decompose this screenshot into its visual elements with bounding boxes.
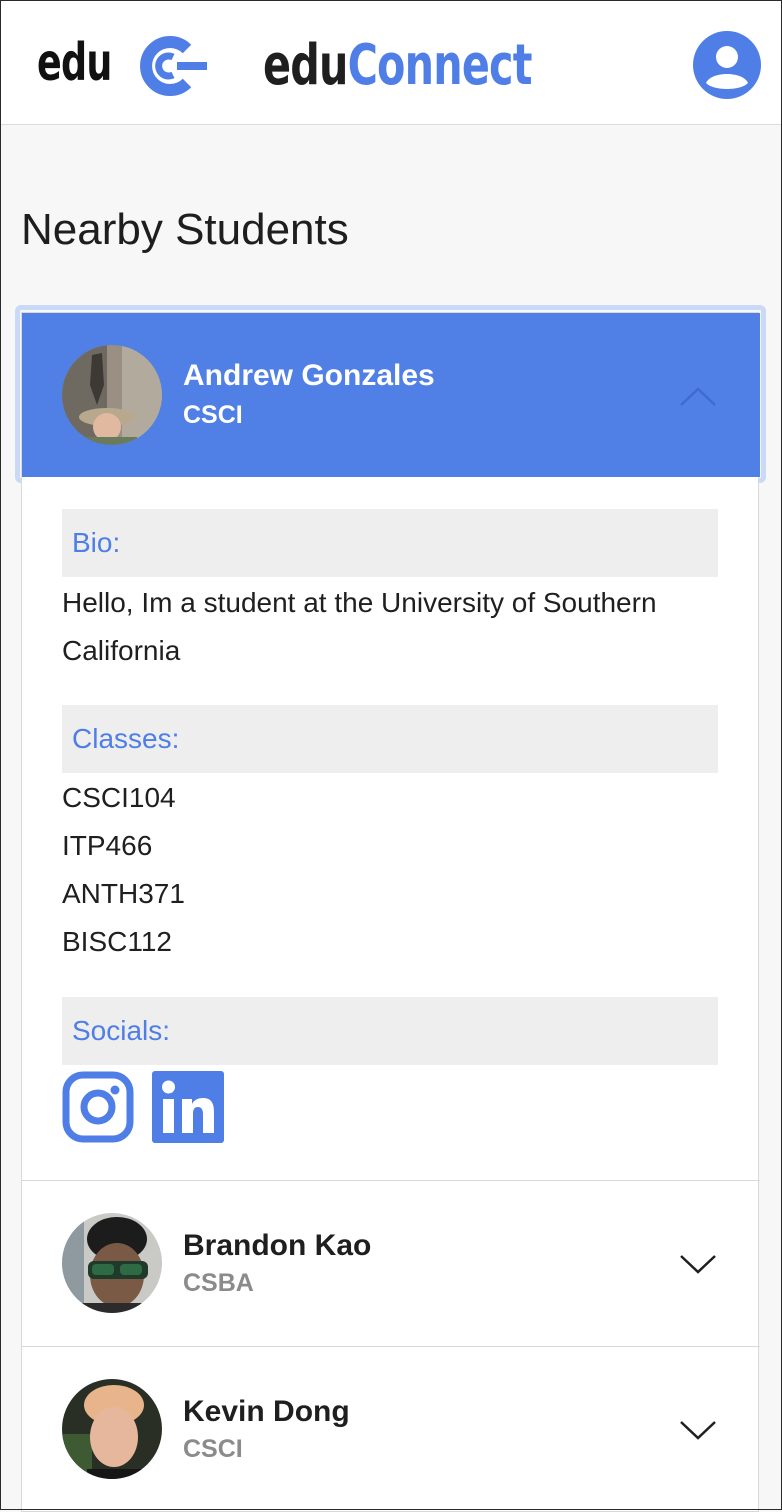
student-name: Andrew Gonzales xyxy=(183,359,435,392)
linkedin-icon[interactable] xyxy=(152,1071,224,1143)
page-title: Nearby Students xyxy=(21,205,349,254)
classes-label: Classes: xyxy=(62,705,718,773)
chevron-up-icon[interactable] xyxy=(678,385,718,409)
avatar-photo-kevin xyxy=(62,1379,162,1479)
avatar xyxy=(62,1213,162,1313)
brand-title: eduConnect xyxy=(263,33,532,98)
avatar-photo-brandon xyxy=(62,1213,162,1313)
brand-title-part1: edu xyxy=(263,33,348,98)
avatar-photo-andrew xyxy=(62,345,162,445)
student-row-brandon-kao[interactable]: Brandon Kao CSBA xyxy=(22,1180,760,1346)
class-item: ANTH371 xyxy=(62,878,185,909)
student-row-kevin-dong[interactable]: Kevin Dong CSCI xyxy=(22,1346,760,1512)
classes-list: CSCI104 ITP466 ANTH371 BISC112 xyxy=(62,774,682,966)
bio-text: Hello, Im a student at the University of… xyxy=(62,587,657,666)
student-name: Brandon Kao xyxy=(183,1229,372,1262)
avatar xyxy=(62,345,162,445)
class-item: CSCI104 xyxy=(62,782,176,813)
student-major: CSCI xyxy=(183,1435,243,1463)
logo-text: edu xyxy=(37,33,112,93)
educonnect-logo[interactable]: edu xyxy=(37,31,207,101)
student-major: CSBA xyxy=(183,1269,254,1297)
logo-c-icon xyxy=(140,36,207,96)
student-details-andrew-gonzales: Bio: Hello, Im a student at the Universi… xyxy=(22,477,760,1182)
students-accordion: Andrew Gonzales CSCI Bio: Hello, Im a st… xyxy=(21,312,760,1512)
avatar xyxy=(62,1379,162,1479)
class-item: BISC112 xyxy=(62,926,172,957)
socials-label: Socials: xyxy=(62,997,718,1065)
chevron-down-icon[interactable] xyxy=(678,1252,718,1276)
profile-icon[interactable] xyxy=(693,31,761,99)
class-item: ITP466 xyxy=(62,830,153,861)
chevron-down-icon[interactable] xyxy=(678,1418,718,1442)
instagram-icon[interactable] xyxy=(62,1071,134,1143)
app-header: edu eduConnect xyxy=(1,1,781,125)
brand-title-part2: Connect xyxy=(347,33,533,98)
bio-label: Bio: xyxy=(62,509,718,577)
student-name: Kevin Dong xyxy=(183,1395,350,1428)
student-header-andrew-gonzales[interactable]: Andrew Gonzales CSCI xyxy=(22,313,760,477)
student-major: CSCI xyxy=(183,401,243,429)
